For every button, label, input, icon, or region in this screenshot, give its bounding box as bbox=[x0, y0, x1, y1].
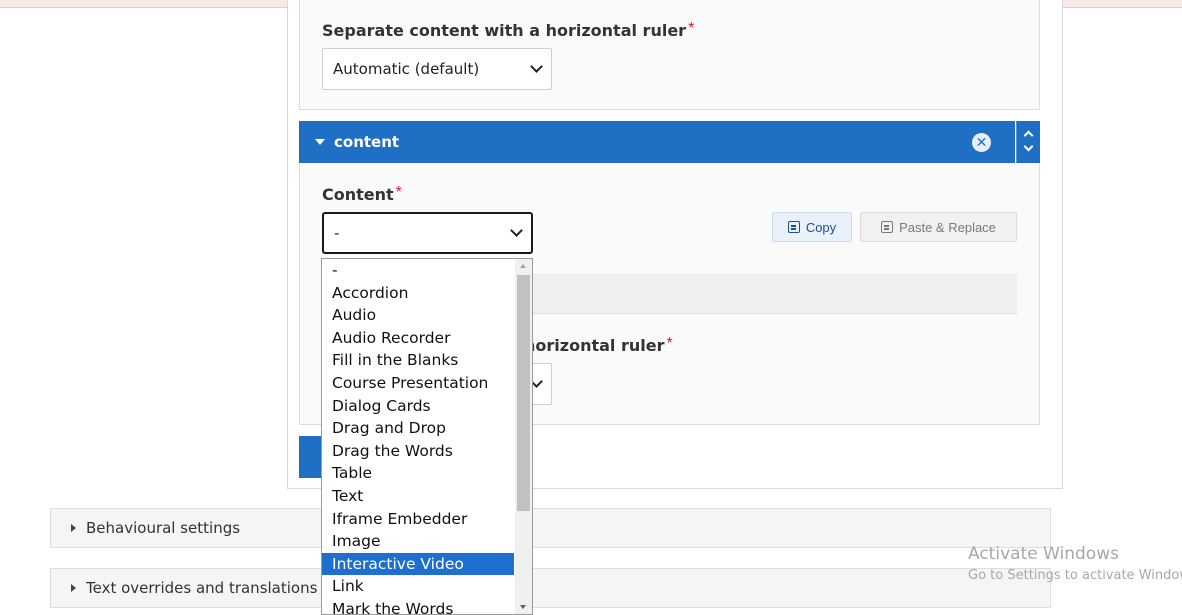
paste-button-label: Paste & Replace bbox=[899, 219, 996, 235]
dropdown-option[interactable]: Drag the Words bbox=[322, 440, 514, 463]
text-overrides-label: Text overrides and translations bbox=[86, 579, 318, 597]
dropdown-option[interactable]: Drag and Drop bbox=[322, 417, 514, 440]
dropdown-option[interactable]: Text bbox=[322, 485, 514, 508]
dropdown-option[interactable]: Audio Recorder bbox=[322, 327, 514, 350]
chevron-down-icon bbox=[530, 60, 543, 73]
required-mark: * bbox=[395, 184, 402, 201]
library-placeholder-band bbox=[530, 274, 1017, 314]
required-mark: * bbox=[666, 335, 673, 352]
dropdown-option[interactable]: Fill in the Blanks bbox=[322, 349, 514, 372]
activate-windows-subtitle: Go to Settings to activate Windows. bbox=[968, 568, 1182, 583]
content-select-value: - bbox=[334, 224, 340, 242]
copy-button-label: Copy bbox=[805, 219, 837, 235]
second-ruler-label: horizontal ruler bbox=[524, 336, 665, 355]
copy-button[interactable]: Copy bbox=[772, 212, 852, 242]
second-ruler-label-wrap: horizontal ruler * bbox=[524, 335, 673, 356]
content-select[interactable]: - bbox=[322, 212, 533, 254]
dropdown-option[interactable]: Audio bbox=[322, 304, 514, 327]
scrollbar-thumb[interactable] bbox=[517, 275, 530, 511]
ruler-field-label-wrap: Separate content with a horizontal ruler… bbox=[322, 20, 694, 41]
activate-windows-title: Activate Windows bbox=[968, 544, 1119, 564]
paste-replace-button[interactable]: Paste & Replace bbox=[860, 212, 1017, 242]
dropdown-scrollbar[interactable] bbox=[515, 259, 532, 614]
caret-right-icon bbox=[71, 584, 76, 592]
dropdown-option[interactable]: Table bbox=[322, 462, 514, 485]
content-field-label-wrap: Content * bbox=[322, 184, 402, 205]
content-dropdown-list[interactable]: - Accordion Audio Audio Recorder Fill in… bbox=[321, 258, 533, 615]
up-down-arrows-icon[interactable] bbox=[1016, 121, 1040, 163]
content-group-header[interactable]: content bbox=[299, 121, 1015, 163]
dropdown-option-selected[interactable]: Interactive Video bbox=[322, 552, 514, 576]
behavioural-settings-section[interactable]: Behavioural settings bbox=[50, 508, 1051, 548]
ruler-select[interactable]: Automatic (default) bbox=[322, 48, 552, 90]
caret-right-icon bbox=[71, 524, 76, 532]
dropdown-option[interactable]: Mark the Words bbox=[322, 598, 514, 614]
scroll-up-arrow-icon[interactable] bbox=[520, 264, 526, 268]
scroll-down-arrow-icon[interactable] bbox=[520, 605, 526, 609]
dropdown-option[interactable]: Accordion bbox=[322, 282, 514, 305]
dropdown-option[interactable]: Link bbox=[322, 575, 514, 598]
required-mark: * bbox=[688, 20, 695, 37]
copy-icon bbox=[787, 221, 800, 233]
arrow-up-icon[interactable] bbox=[1023, 130, 1034, 141]
dropdown-option[interactable]: Dialog Cards bbox=[322, 395, 514, 418]
dropdown-options: - Accordion Audio Audio Recorder Fill in… bbox=[322, 259, 514, 614]
dropdown-option[interactable]: - bbox=[322, 259, 514, 282]
close-circle-icon[interactable]: ✕ bbox=[972, 133, 991, 152]
ruler-select-value: Automatic (default) bbox=[333, 60, 480, 78]
behavioural-settings-label: Behavioural settings bbox=[86, 519, 241, 537]
dropdown-option[interactable]: Course Presentation bbox=[322, 372, 514, 395]
chevron-down-icon bbox=[510, 224, 523, 237]
content-group-title: content bbox=[334, 133, 400, 151]
arrow-down-icon[interactable] bbox=[1023, 141, 1034, 152]
paste-icon bbox=[881, 221, 894, 233]
text-overrides-section[interactable]: Text overrides and translations bbox=[50, 568, 1051, 608]
dropdown-option[interactable]: Iframe Embedder bbox=[322, 508, 514, 531]
caret-down-icon bbox=[315, 139, 325, 145]
dropdown-option[interactable]: Image bbox=[322, 530, 514, 553]
ruler-field-label: Separate content with a horizontal ruler bbox=[322, 21, 687, 40]
content-field-label: Content bbox=[322, 185, 394, 204]
